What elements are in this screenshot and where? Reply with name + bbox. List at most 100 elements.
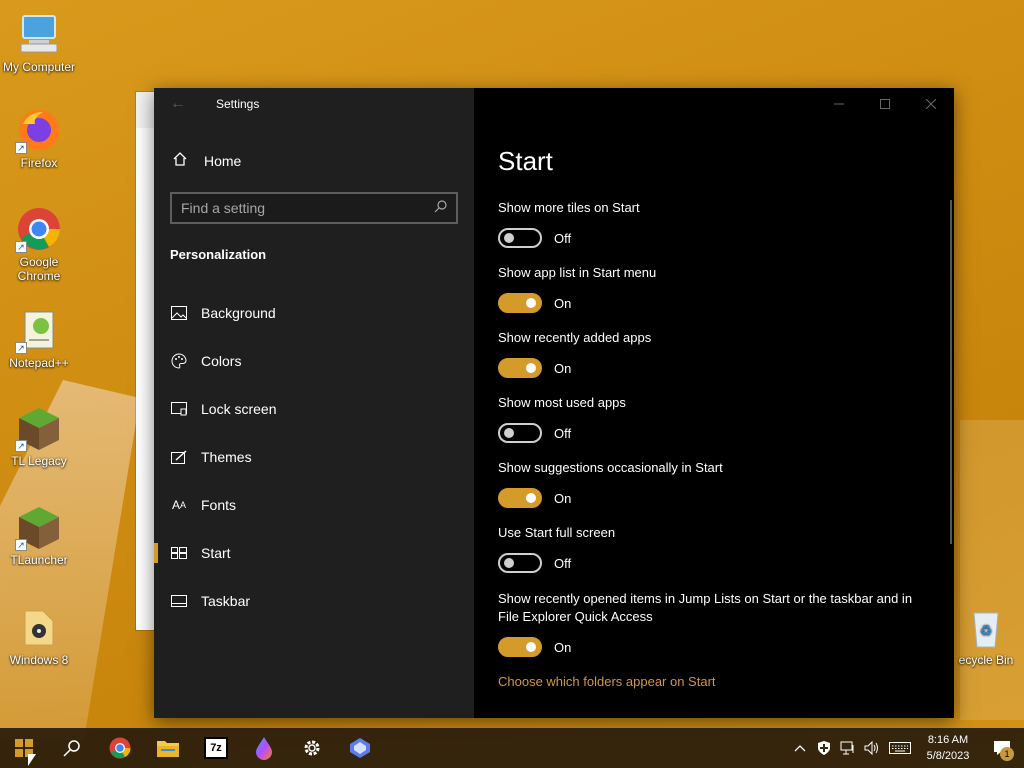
toggle-switch[interactable] <box>498 553 542 573</box>
taskbar-paint[interactable] <box>240 728 288 768</box>
window-title: Settings <box>216 97 260 111</box>
toggle-switch[interactable] <box>498 228 542 248</box>
shortcut-arrow-icon: ↗ <box>15 241 27 253</box>
shortcut-arrow-icon: ↗ <box>15 539 27 551</box>
desktop-icon-recycle-bin[interactable]: ♻ ecycle Bin <box>948 603 1024 667</box>
toggle-switch[interactable] <box>498 637 542 657</box>
system-tray: 8:16 AM 5/8/2023 1 <box>788 728 1024 768</box>
network-icon[interactable] <box>836 728 860 768</box>
nav-item-themes[interactable]: Themes <box>154 437 474 477</box>
close-button[interactable] <box>908 88 954 120</box>
search-input[interactable]: Find a setting <box>170 192 458 224</box>
chrome-icon: ↗ <box>15 205 63 253</box>
search-placeholder: Find a setting <box>181 200 266 216</box>
toggle-switch[interactable] <box>498 488 542 508</box>
toggle-state-label: Off <box>554 425 572 441</box>
nav-item-label: Themes <box>201 449 252 465</box>
minecraft-icon: ↗ <box>15 404 63 452</box>
taskbar-chrome[interactable] <box>96 728 144 768</box>
maximize-button[interactable] <box>862 88 908 120</box>
minecraft-icon: ↗ <box>15 503 63 551</box>
copilot-icon <box>350 738 370 758</box>
nav-item-fonts[interactable]: AA Fonts <box>154 485 474 525</box>
choose-folders-link[interactable]: Choose which folders appear on Start <box>498 674 716 689</box>
computer-icon <box>15 10 63 58</box>
settings-window: ← Settings Home Find a setting Personali… <box>154 88 954 718</box>
nav-item-lock-screen[interactable]: Lock screen <box>154 389 474 429</box>
shortcut-arrow-icon: ↗ <box>15 342 27 354</box>
keyboard-icon[interactable] <box>884 728 916 768</box>
taskbar-7zip[interactable]: 7z <box>192 728 240 768</box>
start-button[interactable] <box>0 728 48 768</box>
window-controls <box>816 88 954 120</box>
setting-show-more-tiles: Show more tiles on Start Off <box>498 199 918 248</box>
search-icon[interactable] <box>434 199 456 218</box>
shortcut-arrow-icon: ↗ <box>15 142 27 154</box>
setting-recently-added-apps: Show recently added apps On <box>498 329 918 378</box>
clock-date: 5/8/2023 <box>926 750 970 762</box>
brush-icon <box>170 450 188 464</box>
toggle-state-label: On <box>554 490 572 506</box>
notification-center-button[interactable]: 1 <box>980 728 1024 768</box>
toggle-switch[interactable] <box>498 293 542 313</box>
svg-text:♻: ♻ <box>980 623 993 639</box>
fonts-icon: AA <box>171 498 187 512</box>
desktop-icon-firefox[interactable]: ↗ Firefox <box>1 106 77 170</box>
setting-label: Show app list in Start menu <box>498 265 657 280</box>
desktop-icon-tl-legacy[interactable]: ↗ TL Legacy <box>1 404 77 468</box>
setting-show-app-list: Show app list in Start menu On <box>498 264 918 313</box>
paint-drop-icon <box>256 737 272 760</box>
toggle-state-label: On <box>554 639 572 655</box>
shortcut-arrow-icon: ↗ <box>15 440 27 452</box>
toggle-switch[interactable] <box>498 358 542 378</box>
taskbar: 7z 8:16 AM 5/8/2023 1 <box>0 728 1024 768</box>
desktop-icon-my-computer[interactable]: My Computer <box>1 10 77 74</box>
setting-label: Show suggestions occasionally in Start <box>498 460 723 475</box>
nav-item-label: Fonts <box>201 497 237 513</box>
toggle-state-label: Off <box>554 555 572 571</box>
nav-home[interactable]: Home <box>154 144 474 178</box>
setting-label: Show recently opened items in Jump Lists… <box>498 591 913 624</box>
setting-label: Show recently added apps <box>498 330 652 345</box>
notepadpp-icon: ↗ <box>15 306 63 354</box>
nav-item-label: Background <box>201 305 276 321</box>
nav-item-taskbar[interactable]: Taskbar <box>154 581 474 621</box>
desktop-icon-google-chrome[interactable]: ↗ Google Chrome <box>1 205 77 283</box>
toggle-switch[interactable] <box>498 423 542 443</box>
scrollbar[interactable] <box>950 200 952 544</box>
toggle-state-label: On <box>554 360 572 376</box>
notification-badge: 1 <box>1000 747 1014 761</box>
taskbar-icon <box>170 595 188 607</box>
setting-most-used-apps: Show most used apps Off <box>498 394 918 443</box>
chevron-up-icon[interactable] <box>788 728 812 768</box>
security-shield-icon[interactable] <box>812 728 836 768</box>
setting-label: Show more tiles on Start <box>498 200 640 215</box>
taskbar-file-explorer[interactable] <box>144 728 192 768</box>
lock-screen-icon <box>170 402 188 416</box>
picture-icon <box>170 306 188 320</box>
clock[interactable]: 8:16 AM 5/8/2023 <box>916 732 980 764</box>
volume-icon[interactable] <box>860 728 884 768</box>
nav-item-label: Colors <box>201 353 242 369</box>
section-heading: Personalization <box>170 247 267 262</box>
settings-content-pane: Start Show more tiles on Start Off Show … <box>474 88 954 718</box>
7zip-icon: 7z <box>204 737 228 759</box>
nav-item-label: Start <box>201 545 231 561</box>
firefox-icon: ↗ <box>15 106 63 154</box>
nav-item-colors[interactable]: Colors <box>154 341 474 381</box>
desktop-icon-windows-8[interactable]: Windows 8 <box>1 603 77 667</box>
taskbar-copilot[interactable] <box>336 728 384 768</box>
search-button[interactable] <box>48 728 96 768</box>
desktop-icon-tlauncher[interactable]: ↗ TLauncher <box>1 503 77 567</box>
minimize-button[interactable] <box>816 88 862 120</box>
desktop-icon-notepadpp[interactable]: ↗ Notepad++ <box>1 306 77 370</box>
nav-item-background[interactable]: Background <box>154 293 474 333</box>
taskbar-settings[interactable] <box>288 728 336 768</box>
nav-item-start[interactable]: Start <box>154 533 474 573</box>
recycle-bin-icon: ♻ <box>962 603 1010 651</box>
settings-nav-pane: ← Settings Home Find a setting Personali… <box>154 88 474 718</box>
back-button[interactable]: ← <box>166 94 190 114</box>
toggle-state-label: On <box>554 295 572 311</box>
setting-suggestions: Show suggestions occasionally in Start O… <box>498 459 918 508</box>
nav-item-label: Lock screen <box>201 401 277 417</box>
